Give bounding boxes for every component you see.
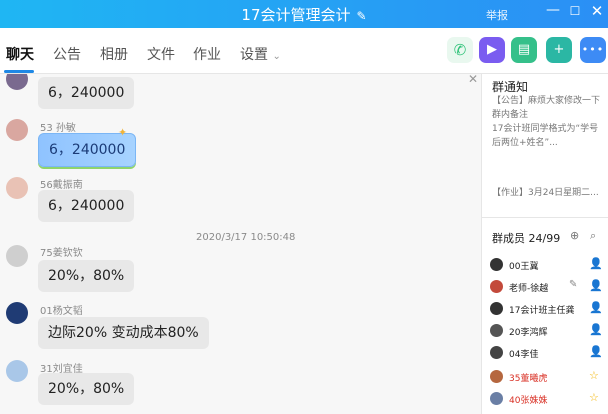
minimize-icon[interactable]: — <box>544 2 562 18</box>
notice-announcement: 【公告】麻烦大家修改一下群内备注 17会计班同学格式为“学号后两位+姓名”... <box>492 96 601 148</box>
member-icon: 👤 <box>589 279 603 292</box>
group-sidebar: 群通知 【公告】麻烦大家修改一下群内备注 17会计班同学格式为“学号后两位+姓名… <box>481 74 608 414</box>
tab-settings[interactable]: 设置 ⌄ <box>240 44 281 64</box>
group-notice-body[interactable]: 【公告】麻烦大家修改一下群内备注 17会计班同学格式为“学号后两位+姓名”...… <box>492 94 604 200</box>
avatar <box>490 392 503 405</box>
more-icon[interactable]: ••• <box>580 37 606 63</box>
member-item[interactable]: 40张姝姝 ☆ <box>490 391 606 409</box>
window-title-wrap: 17会计管理会计 ✎ <box>0 4 608 25</box>
avatar[interactable] <box>6 74 28 90</box>
avatar[interactable] <box>6 245 28 267</box>
phone-icon[interactable]: ✆ <box>447 37 473 63</box>
pencil-icon[interactable]: ✎ <box>569 279 577 290</box>
sender-name: 53 孙敏 <box>40 123 76 134</box>
message-bubble[interactable]: 6，240000 <box>38 77 135 109</box>
avatar <box>490 324 503 337</box>
member-item[interactable]: 老师-徐越 ✎ 👤 <box>490 279 606 297</box>
star-icon: ☆ <box>589 391 599 404</box>
avatar <box>490 302 503 315</box>
search-icon[interactable]: ⌕ <box>590 229 596 243</box>
tab-chat[interactable]: 聊天 <box>6 44 34 64</box>
member-name: 00王冀 <box>509 262 539 272</box>
add-app-icon[interactable]: + <box>546 37 572 63</box>
pencil-icon[interactable]: ✎ <box>357 9 367 23</box>
avatar <box>490 280 503 293</box>
avatar[interactable] <box>6 119 28 141</box>
add-member-icon[interactable]: ⊕ <box>570 229 579 242</box>
close-panel-icon[interactable]: ✕ <box>468 74 478 86</box>
tab-files[interactable]: 文件 <box>147 44 175 64</box>
window-title: 17会计管理会计 <box>241 6 351 24</box>
screen-share-icon[interactable]: ▤ <box>511 37 537 63</box>
tab-settings-label: 设置 <box>240 47 268 63</box>
active-tab-indicator <box>4 70 34 73</box>
close-icon[interactable]: ✕ <box>588 2 606 20</box>
notice-homework: 【作业】3月24日星期二... <box>492 188 599 198</box>
member-item[interactable]: 35董曦虎 ☆ <box>490 369 606 387</box>
member-name: 35董曦虎 <box>509 374 548 384</box>
member-icon: 👤 <box>589 345 603 358</box>
message-timestamp: 2020/3/17 10:50:48 <box>196 232 296 243</box>
message-bubble[interactable]: 20%，80% <box>38 260 135 292</box>
avatar <box>490 346 503 359</box>
sender-name: 01杨文韬 <box>40 306 83 317</box>
member-item[interactable]: 04李佳 👤 <box>490 345 606 363</box>
tab-homework[interactable]: 作业 <box>193 44 221 64</box>
member-item[interactable]: 20李鸿辉 👤 <box>490 323 606 341</box>
message-bubble[interactable]: 20%，80% <box>38 373 135 405</box>
member-name: 40张姝姝 <box>509 396 548 406</box>
group-notice-title: 群通知 <box>492 80 529 94</box>
avatar[interactable] <box>6 177 28 199</box>
sender-name: 75姜钦钦 <box>40 248 83 259</box>
avatar[interactable] <box>6 302 28 324</box>
tab-bar: 聊天 公告 相册 文件 作业 设置 ⌄ ✆ ▶ ▤ + ••• <box>0 28 608 74</box>
member-icon: 👤 <box>589 257 603 270</box>
member-icon: 👤 <box>589 323 603 336</box>
tab-announcement[interactable]: 公告 <box>53 44 81 64</box>
avatar <box>490 258 503 271</box>
sender-name: 56戴振南 <box>40 180 83 191</box>
message-bubble[interactable]: 6，240000 <box>38 190 135 222</box>
member-name: 17会计班主任龚 <box>509 306 575 316</box>
divider <box>482 217 608 218</box>
members-title: 群成员 24/99 <box>492 232 561 245</box>
maximize-icon[interactable]: ☐ <box>566 4 584 18</box>
member-item[interactable]: 00王冀 👤 <box>490 257 606 275</box>
chevron-down-icon: ⌄ <box>272 51 281 62</box>
video-icon[interactable]: ▶ <box>479 37 505 63</box>
chat-area[interactable]: ✕ 6，240000 53 孙敏 6，240000 ✦ 56戴振南 6，2400… <box>0 74 481 414</box>
avatar <box>490 370 503 383</box>
report-link[interactable]: 举报 <box>486 7 508 23</box>
sparkle-icon: ✦ <box>118 126 128 139</box>
star-icon: ☆ <box>589 369 599 382</box>
member-name: 20李鸿辉 <box>509 328 548 338</box>
member-item[interactable]: 17会计班主任龚 👤 <box>490 301 606 319</box>
title-bar: 17会计管理会计 ✎ 举报 — ☐ ✕ <box>0 0 608 28</box>
member-icon: 👤 <box>589 301 603 314</box>
member-name: 04李佳 <box>509 350 539 360</box>
message-bubble[interactable]: 边际20% 变动成本80% <box>38 317 209 349</box>
tab-album[interactable]: 相册 <box>100 44 128 64</box>
avatar[interactable] <box>6 360 28 382</box>
member-name: 老师-徐越 <box>509 284 549 294</box>
